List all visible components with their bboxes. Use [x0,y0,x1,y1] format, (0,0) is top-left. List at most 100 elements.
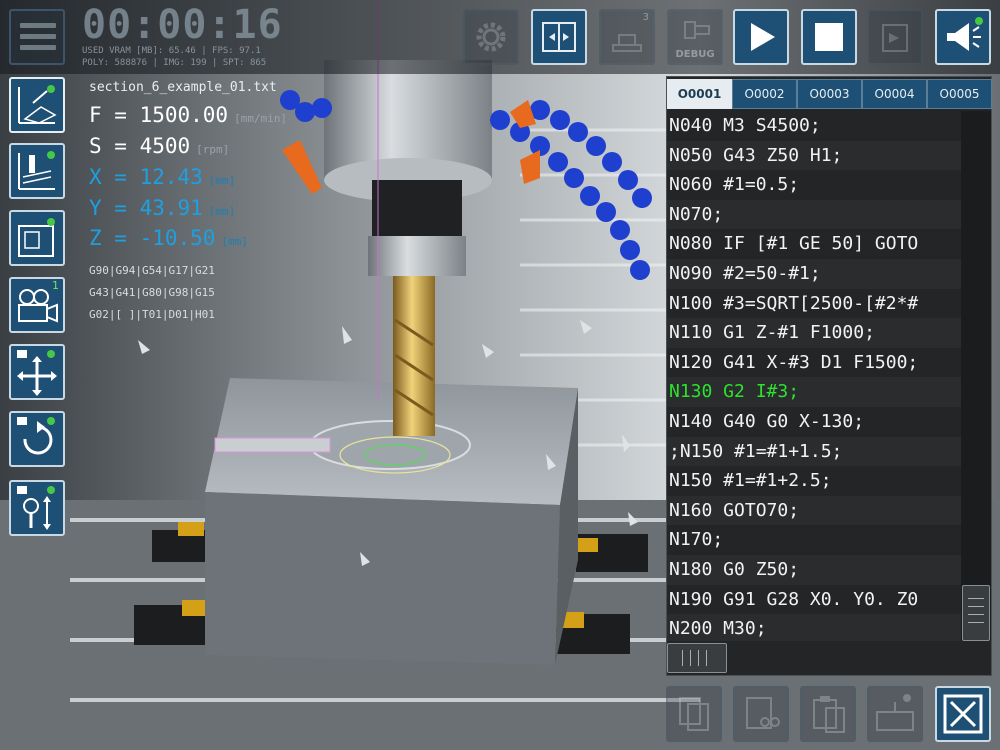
menu-icon [20,23,56,28]
debug-label: DEBUG [675,49,715,60]
tool-change-icon [542,22,576,52]
feed-value: F = 1500.00 [89,103,229,127]
rotate-icon [17,417,55,455]
vertical-scroll-thumb[interactable] [962,585,990,641]
feed-unit: [mm/min] [234,112,288,125]
z-unit: [mm] [221,235,248,248]
horizontal-scroll-thumb[interactable] [667,643,727,673]
code-lines[interactable]: N040 M3 S4500; N050 G43 Z50 H1; N060 #1=… [667,111,961,641]
grid-view-button[interactable] [9,77,65,133]
tab-o0003[interactable]: O0003 [797,79,862,109]
toolpath-view-button[interactable] [9,143,65,199]
stop-button[interactable] [801,9,857,65]
program-tabs: O0001 O0002 O0003 O0004 O0005 [667,79,993,109]
keyboard-icon [876,694,914,731]
copy-button[interactable] [666,686,722,742]
paste-icon [813,696,845,733]
code-line[interactable]: N150 #1=#1+2.5; [667,466,961,496]
layers-badge: 3 [642,12,649,23]
grid-view-icon [18,85,57,124]
stop-icon [815,23,843,51]
grip-line [682,650,683,666]
cut-icon [746,697,780,729]
code-line[interactable]: ;N150 #1=#1+1.5; [667,436,961,467]
tool-change-button[interactable] [531,9,587,65]
layers-icon [612,34,642,52]
grip-line [968,614,984,615]
move-view-button[interactable] [9,344,65,400]
grip-line [690,650,691,666]
code-line[interactable]: N080 IF [#1 GE 50] GOTO [667,229,961,259]
zoom-view-button[interactable] [9,480,65,536]
zoom-icon [17,486,55,530]
code-line[interactable]: N180 G0 Z50; [667,554,961,585]
elapsed-timer: 00:00:16 [82,2,283,48]
code-line[interactable]: N040 M3 S4500; [667,111,961,141]
modal-codes-line-1: G90|G94|G54|G17|G21 [89,264,215,277]
export-button[interactable] [867,9,923,65]
close-editor-button[interactable] [935,686,991,742]
code-line[interactable]: N060 #1=0.5; [667,170,961,200]
speed-unit: [rpm] [196,143,230,156]
code-line[interactable]: N110 G1 Z-#1 F1000; [667,318,961,348]
menu-icon-bar [20,45,56,50]
y-unit: [mm] [208,205,236,218]
code-line[interactable]: N170; [667,525,961,555]
code-line[interactable]: N190 G91 G28 X0. Y0. Z0 [667,585,961,615]
machine-view-button[interactable] [9,210,65,266]
x-readout: X = 12.43 [mm] [89,165,235,189]
file-name: section_6_example_01.txt [89,80,277,95]
camera-button[interactable]: 1 [9,277,65,333]
export-icon [882,24,908,52]
paste-button[interactable] [800,686,856,742]
play-icon [751,23,775,51]
stats-line-1: USED VRAM [MB]: 65.46 | FPS: 97.1 [82,46,261,56]
stats-line-2: POLY: 588876 | IMG: 199 | SPT: 865 [82,58,267,68]
x-unit: [mm] [208,174,236,187]
x-value: X = 12.43 [89,165,203,189]
code-line[interactable]: N160 GOTO70; [667,495,961,526]
sound-icon [947,17,983,51]
code-line-current[interactable]: N130 G2 I#3; [667,377,961,407]
code-line[interactable]: N140 G40 G0 X-130; [667,407,961,437]
code-line[interactable]: N120 G41 X-#3 D1 F1500; [667,348,961,378]
code-line[interactable]: N200 M30; [667,614,961,641]
tab-o0002[interactable]: O0002 [732,79,797,109]
menu-icon-bar [20,34,56,39]
program-editor: O0001 O0002 O0003 O0004 O0005 N040 M3 S4… [666,76,992,676]
feed-readout: F = 1500.00 [mm/min] [89,103,287,127]
y-value: Y = 43.91 [89,196,203,220]
sound-button[interactable] [935,9,991,65]
z-readout: Z = -10.50 [mm] [89,226,248,250]
speed-readout: S = 4500 [rpm] [89,134,229,158]
vertical-scrollbar[interactable] [961,111,991,641]
speed-value: S = 4500 [89,134,191,158]
menu-button[interactable] [9,9,65,65]
grip-line [698,650,699,666]
grip-line [706,650,707,666]
tab-o0005[interactable]: O0005 [927,79,992,109]
camera-badge: 1 [52,279,59,292]
settings-button[interactable] [463,9,519,65]
code-line[interactable]: N070; [667,199,961,230]
debug-button[interactable]: DEBUG [667,9,723,65]
layers-button[interactable]: 3 [599,9,655,65]
code-line[interactable]: N100 #3=SQRT[2500-[#2*# [667,289,961,319]
grip-line [968,622,984,623]
move-icon [17,350,57,396]
cut-button[interactable] [733,686,789,742]
gear-icon [476,22,506,52]
tab-o0001[interactable]: O0001 [667,79,732,109]
toolpath-view-icon [18,151,55,190]
modal-codes-line-2: G43|G41|G80|G98|G15 [89,286,215,299]
grip-line [968,606,984,607]
grip-line [968,598,984,599]
keyboard-button[interactable] [867,686,923,742]
code-line[interactable]: N090 #2=50-#1; [667,258,961,289]
play-button[interactable] [733,9,789,65]
rotate-view-button[interactable] [9,411,65,467]
tab-o0004[interactable]: O0004 [862,79,927,109]
y-readout: Y = 43.91 [mm] [89,196,235,220]
code-line[interactable]: N050 G43 Z50 H1; [667,140,961,171]
close-icon [943,694,983,734]
